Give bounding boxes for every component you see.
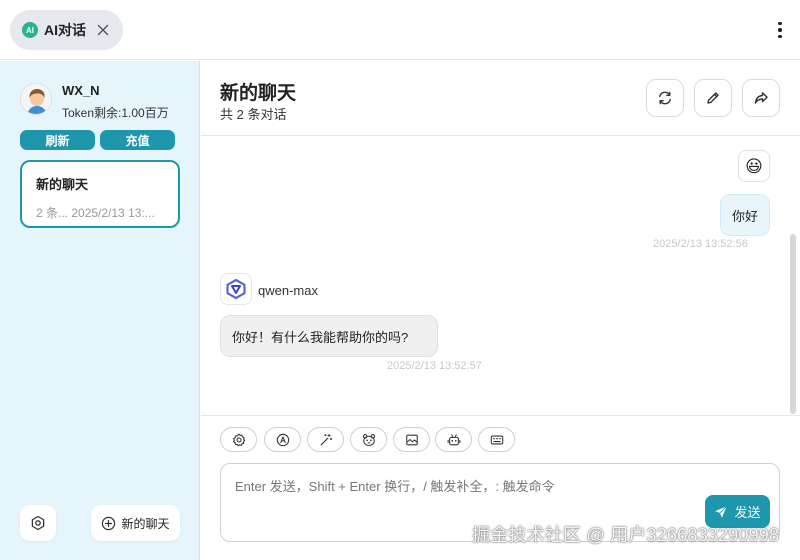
scrollbar[interactable] (790, 234, 796, 414)
plugin-button[interactable] (435, 427, 472, 452)
bot-avatar (220, 273, 252, 305)
recharge-button[interactable]: 充值 (100, 130, 175, 150)
token-balance: Token剩余:1.00百万 (62, 106, 169, 120)
model-select-button[interactable] (264, 427, 301, 452)
gear-icon (232, 433, 245, 446)
tab-label: AI对话 (44, 22, 86, 38)
refresh-button[interactable]: 刷新 (20, 130, 95, 150)
prompt-magic-button[interactable] (307, 427, 344, 452)
refresh-icon (659, 91, 671, 105)
keyboard-icon (490, 435, 503, 444)
shortcut-button[interactable] (478, 427, 515, 452)
username: WX_N (62, 83, 100, 98)
message-timestamp: 2025/2/13 13:52:57 (387, 360, 482, 372)
top-bar: AI AI对话 (0, 0, 800, 60)
app-logo-icon: AI (22, 22, 38, 38)
send-label: 发送 (734, 505, 761, 520)
chat-header: 新的聊天 共 2 条对话 (201, 61, 800, 136)
new-chat-label: 新的聊天 (121, 516, 170, 531)
share-button[interactable] (742, 79, 780, 117)
chat-main: 新的聊天 共 2 条对话 😃 你好 2025/2/13 13:52:56 qwe… (201, 61, 800, 560)
settings-button[interactable] (20, 505, 56, 541)
page-title: 新的聊天 (220, 83, 297, 104)
close-icon[interactable] (96, 23, 110, 37)
share-icon (754, 92, 768, 104)
smiley-emoji-icon: 😃 (745, 156, 763, 176)
avatar[interactable] (20, 83, 52, 115)
qwen-logo-icon (226, 278, 246, 300)
panda-mask-icon (362, 433, 375, 446)
conversation-meta: 2 条... 2025/2/13 13:... (36, 206, 155, 220)
message-timestamp: 2025/2/13 13:52:56 (653, 238, 748, 250)
watermark: 掘金技术社区 @ 用户3266833290998 (472, 525, 780, 545)
send-icon (715, 505, 728, 518)
refresh-chat-button[interactable] (646, 79, 684, 117)
mask-button[interactable] (350, 427, 387, 452)
sidebar: WX_N Token剩余:1.00百万 刷新 充值 新的聊天 2 条... 20… (0, 61, 200, 560)
new-chat-button[interactable]: 新的聊天 (91, 505, 180, 541)
robot-circle-icon (276, 433, 289, 446)
message-list: 😃 你好 2025/2/13 13:52:56 qwen-max 你好！有什么我… (201, 136, 800, 415)
image-button[interactable] (393, 427, 430, 452)
assistant-message: 你好！有什么我能帮助你的吗? (220, 315, 438, 357)
tab-ai-chat[interactable]: AI AI对话 (10, 10, 123, 50)
pencil-icon (707, 92, 719, 104)
rename-button[interactable] (694, 79, 732, 117)
user-avatar: 😃 (738, 150, 770, 182)
user-message: 你好 (720, 194, 770, 236)
model-name: qwen-max (258, 283, 318, 298)
magic-wand-icon (320, 433, 332, 445)
robot-icon (447, 433, 460, 445)
chat-settings-button[interactable] (220, 427, 257, 452)
message-count: 共 2 条对话 (220, 107, 287, 122)
conversation-item[interactable]: 新的聊天 2 条... 2025/2/13 13:... (20, 160, 180, 228)
add-circle-icon (102, 516, 116, 530)
more-menu-icon[interactable] (770, 16, 790, 44)
conversation-title: 新的聊天 (36, 177, 89, 192)
settings-icon (31, 515, 45, 531)
image-icon (405, 434, 418, 445)
